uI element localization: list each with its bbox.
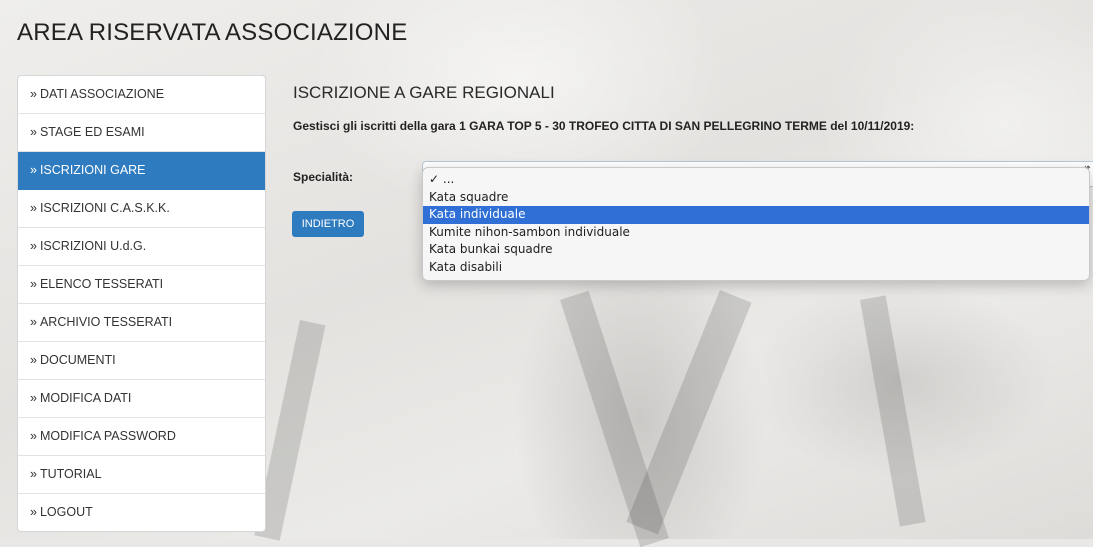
checkmark-icon: ✓: [429, 172, 440, 186]
sidebar-item-label: DOCUMENTI: [39, 353, 116, 367]
race-subtitle: Gestisci gli iscritti della gara 1 GARA …: [293, 119, 915, 133]
belt-shape: [626, 290, 752, 535]
section-title: ISCRIZIONE A GARE REGIONALI: [293, 83, 555, 102]
dropdown-option[interactable]: Kata bunkai squadre: [423, 241, 1089, 259]
back-button[interactable]: INDIETRO: [292, 211, 364, 237]
sidebar-item-prefix: »: [30, 87, 37, 101]
sidebar-item-prefix: »: [30, 315, 37, 329]
dropdown-option-label: Kata individuale: [429, 207, 526, 221]
sidebar-item[interactable]: » ISCRIZIONI C.A.S.K.K.: [18, 190, 265, 228]
sidebar-item-label: ISCRIZIONI GARE: [39, 163, 146, 177]
sidebar-item-label: ISCRIZIONI C.A.S.K.K.: [39, 201, 170, 215]
sidebar-item-prefix: »: [30, 429, 37, 443]
sidebar-item-prefix: »: [30, 239, 37, 253]
sidebar-item[interactable]: » ISCRIZIONI U.d.G.: [18, 228, 265, 266]
belt-shape: [860, 295, 926, 527]
sidebar-item-prefix: »: [30, 125, 37, 139]
dropdown-option[interactable]: Kata disabili: [423, 259, 1089, 277]
dropdown-option-label: Kumite nihon-sambon individuale: [429, 224, 630, 239]
page-title: AREA RISERVATA ASSOCIAZIONE: [17, 19, 408, 46]
sidebar-item[interactable]: » DATI ASSOCIAZIONE: [18, 76, 265, 114]
sidebar-item-label: MODIFICA PASSWORD: [39, 429, 176, 443]
sidebar-item[interactable]: » DOCUMENTI: [18, 342, 265, 380]
sidebar-item-prefix: »: [30, 467, 37, 481]
sidebar-item-label: STAGE ED ESAMI: [39, 125, 145, 139]
sidebar-item-label: ISCRIZIONI U.d.G.: [39, 239, 147, 253]
sidebar-item-prefix: »: [30, 505, 37, 519]
sidebar-item-prefix: »: [30, 353, 37, 367]
dropdown-option[interactable]: ✓ ...: [423, 171, 1089, 189]
dropdown-option[interactable]: Kata squadre: [423, 189, 1089, 207]
dropdown-option-label: Kata bunkai squadre: [429, 242, 553, 256]
sidebar-item-label: LOGOUT: [39, 505, 93, 519]
dropdown-option-label: Kata disabili: [429, 259, 503, 274]
specialty-label: Specialità:: [293, 170, 354, 184]
sidebar-item-label: MODIFICA DATI: [39, 391, 132, 405]
sidebar-item-label: DATI ASSOCIAZIONE: [39, 87, 165, 101]
sidebar-item-prefix: »: [30, 391, 37, 405]
dropdown-option[interactable]: Kumite nihon-sambon individuale: [423, 224, 1089, 242]
sidebar-item[interactable]: » MODIFICA PASSWORD: [18, 418, 265, 456]
sidebar-item-prefix: »: [30, 277, 37, 291]
sidebar-item-label: ARCHIVIO TESSERATI: [39, 315, 173, 329]
sidebar-item[interactable]: » ELENCO TESSERATI: [18, 266, 265, 304]
sidebar-item[interactable]: » ISCRIZIONI GARE: [18, 152, 265, 190]
sidebar-menu: » DATI ASSOCIAZIONE» STAGE ED ESAMI» ISCRIZ…: [17, 75, 266, 532]
specialty-dropdown-list: ✓ ... Kata squadre Kata individuale Kumite …: [422, 167, 1090, 281]
sidebar-item-label: TUTORIAL: [39, 467, 102, 481]
sidebar-item[interactable]: » TUTORIAL: [18, 456, 265, 494]
sidebar-item[interactable]: » ARCHIVIO TESSERATI: [18, 304, 265, 342]
dropdown-option-label: ...: [442, 172, 455, 186]
sidebar-item-label: ELENCO TESSERATI: [39, 277, 164, 291]
sidebar-item[interactable]: » LOGOUT: [18, 494, 265, 531]
dropdown-option[interactable]: Kata individuale: [423, 206, 1089, 224]
dropdown-option-label: Kata squadre: [429, 189, 509, 204]
sidebar-item-prefix: »: [30, 163, 37, 177]
sidebar-item-prefix: »: [30, 201, 37, 215]
sidebar-item[interactable]: » MODIFICA DATI: [18, 380, 265, 418]
sidebar-item[interactable]: » STAGE ED ESAMI: [18, 114, 265, 152]
